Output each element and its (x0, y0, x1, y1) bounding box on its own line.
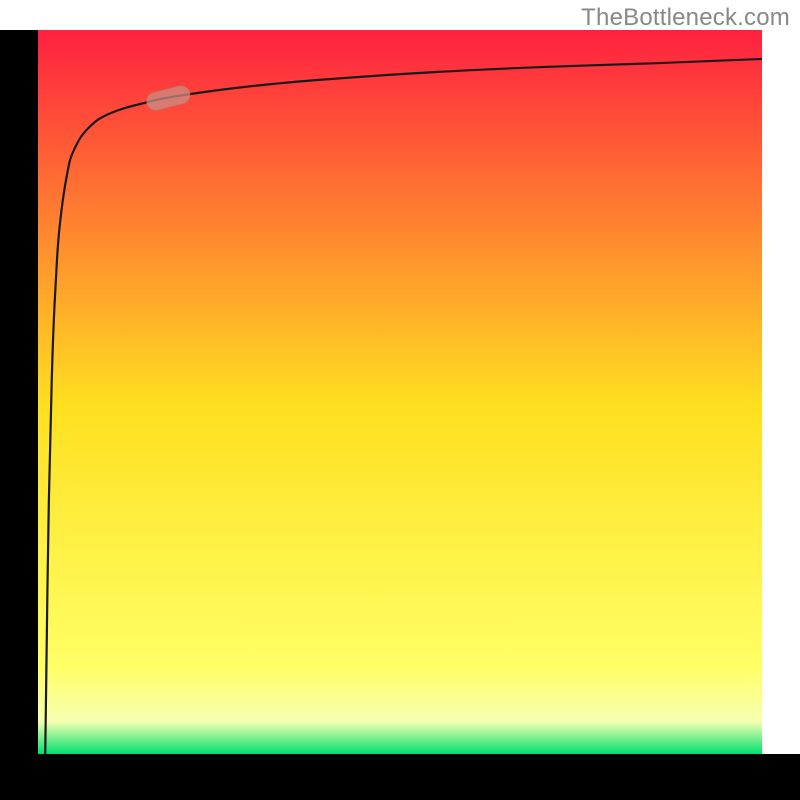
bottleneck-chart (0, 0, 800, 800)
frame-bottom (0, 754, 800, 800)
frame-left (0, 30, 38, 754)
chart-container: TheBottleneck.com (0, 0, 800, 800)
frame-top (0, 28, 800, 30)
plot-background (38, 30, 762, 754)
